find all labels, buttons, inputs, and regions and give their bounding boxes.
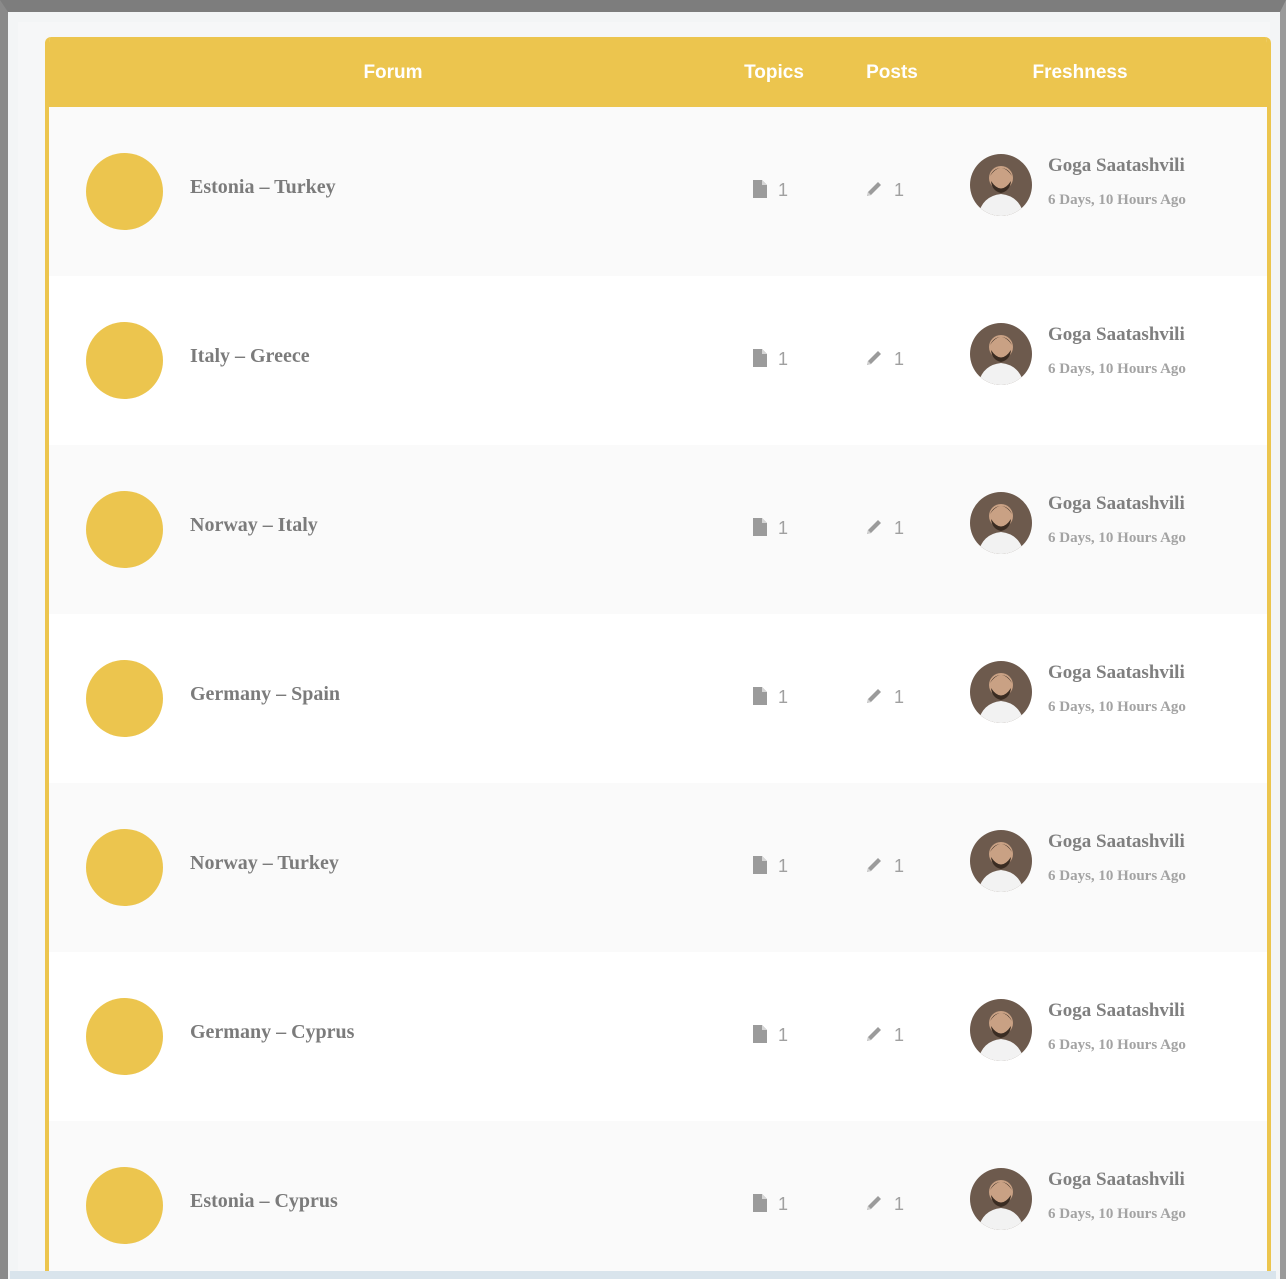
document-icon (753, 687, 767, 705)
document-icon (753, 856, 767, 874)
forum-icon (86, 153, 163, 230)
forum-row: Germany – Cyprus 1 1 Goga Saatashvili 6 … (49, 952, 1267, 1121)
forum-icon (86, 1167, 163, 1244)
author-link[interactable]: Goga Saatashvili (1048, 831, 1185, 853)
author-avatar[interactable] (970, 492, 1032, 554)
forum-title-link[interactable]: Germany – Spain (190, 683, 340, 706)
forum-list: Estonia – Turkey 1 1 Goga Saatashvili 6 … (49, 107, 1267, 1279)
forum-icon (86, 829, 163, 906)
posts-count: 1 (864, 855, 904, 877)
pencil-icon (867, 1027, 881, 1041)
bottom-edge (10, 1271, 1276, 1279)
forum-title-link[interactable]: Norway – Italy (190, 514, 318, 537)
document-icon (753, 349, 767, 367)
forum-row: Estonia – Turkey 1 1 Goga Saatashvili 6 … (49, 107, 1267, 276)
freshness-link[interactable]: 6 Days, 10 Hours Ago (1048, 192, 1186, 209)
pencil-icon (867, 858, 881, 872)
forum-row: Estonia – Cyprus 1 1 Goga Saatashvili 6 … (49, 1121, 1267, 1279)
forum-title-link[interactable]: Norway – Turkey (190, 852, 339, 875)
column-header-posts: Posts (866, 62, 918, 83)
posts-count: 1 (864, 348, 904, 370)
topics-count: 1 (752, 855, 788, 877)
forum-icon (86, 998, 163, 1075)
author-avatar[interactable] (970, 661, 1032, 723)
topics-count: 1 (752, 348, 788, 370)
forum-row: Norway – Italy 1 1 Goga Saatashvili 6 Da… (49, 445, 1267, 614)
freshness-link[interactable]: 6 Days, 10 Hours Ago (1048, 868, 1186, 885)
author-avatar[interactable] (970, 830, 1032, 892)
forum-title-link[interactable]: Estonia – Turkey (190, 176, 336, 199)
freshness-link[interactable]: 6 Days, 10 Hours Ago (1048, 1206, 1186, 1223)
column-header-freshness: Freshness (1032, 62, 1128, 83)
author-link[interactable]: Goga Saatashvili (1048, 1169, 1185, 1191)
posts-count: 1 (864, 1193, 904, 1215)
forum-row: Italy – Greece 1 1 Goga Saatashvili 6 Da… (49, 276, 1267, 445)
forum-icon (86, 491, 163, 568)
document-icon (753, 1025, 767, 1043)
document-icon (753, 180, 767, 198)
forum-title-link[interactable]: Estonia – Cyprus (190, 1190, 338, 1213)
freshness-link[interactable]: 6 Days, 10 Hours Ago (1048, 530, 1186, 547)
author-avatar[interactable] (970, 1168, 1032, 1230)
document-icon (753, 518, 767, 536)
pencil-icon (867, 1196, 881, 1210)
topics-count: 1 (752, 1024, 788, 1046)
pencil-icon (867, 351, 881, 365)
topics-count: 1 (752, 179, 788, 201)
posts-count: 1 (864, 1024, 904, 1046)
author-link[interactable]: Goga Saatashvili (1048, 493, 1185, 515)
author-link[interactable]: Goga Saatashvili (1048, 662, 1185, 684)
author-avatar[interactable] (970, 323, 1032, 385)
column-header-topics: Topics (744, 62, 804, 83)
forum-table: Forum Topics Posts Freshness Estonia – T… (45, 37, 1271, 1279)
posts-count: 1 (864, 179, 904, 201)
forum-row: Germany – Spain 1 1 Goga Saatashvili 6 D… (49, 614, 1267, 783)
pencil-icon (867, 182, 881, 196)
document-icon (753, 1194, 767, 1212)
forum-row: Norway – Turkey 1 1 Goga Saatashvili 6 D… (49, 783, 1267, 952)
posts-count: 1 (864, 686, 904, 708)
pencil-icon (867, 689, 881, 703)
forum-icon (86, 660, 163, 737)
freshness-link[interactable]: 6 Days, 10 Hours Ago (1048, 361, 1186, 378)
topics-count: 1 (752, 517, 788, 539)
pencil-icon (867, 520, 881, 534)
forum-table-header: Forum Topics Posts Freshness (49, 37, 1267, 107)
column-header-forum: Forum (363, 62, 423, 83)
author-link[interactable]: Goga Saatashvili (1048, 155, 1185, 177)
topics-count: 1 (752, 1193, 788, 1215)
freshness-link[interactable]: 6 Days, 10 Hours Ago (1048, 1037, 1186, 1054)
posts-count: 1 (864, 517, 904, 539)
forum-title-link[interactable]: Germany – Cyprus (190, 1021, 354, 1044)
author-avatar[interactable] (970, 154, 1032, 216)
author-link[interactable]: Goga Saatashvili (1048, 1000, 1185, 1022)
freshness-link[interactable]: 6 Days, 10 Hours Ago (1048, 699, 1186, 716)
forum-icon (86, 322, 163, 399)
author-link[interactable]: Goga Saatashvili (1048, 324, 1185, 346)
author-avatar[interactable] (970, 999, 1032, 1061)
forum-title-link[interactable]: Italy – Greece (190, 345, 310, 368)
topics-count: 1 (752, 686, 788, 708)
